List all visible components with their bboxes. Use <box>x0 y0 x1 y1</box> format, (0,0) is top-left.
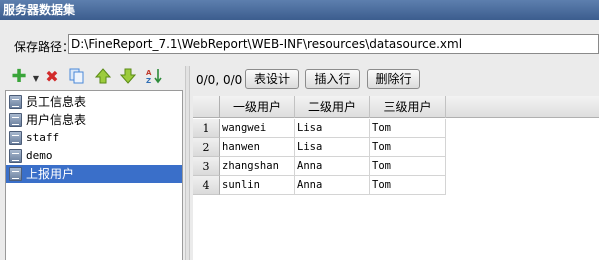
tree-item-label: demo <box>26 149 53 162</box>
path-label: 保存路径： <box>14 40 75 54</box>
add-icon[interactable]: ✚ <box>10 66 28 87</box>
row-number[interactable]: 3 <box>193 157 220 176</box>
table-cell[interactable]: Tom <box>370 138 446 157</box>
table-cell[interactable]: Tom <box>370 176 446 195</box>
table-cell[interactable]: sunlin <box>220 176 295 195</box>
table-icon <box>9 149 22 163</box>
table-cell[interactable]: Tom <box>370 119 446 138</box>
copy-icon[interactable] <box>68 67 86 85</box>
table-cell[interactable]: Anna <box>295 157 370 176</box>
rows-info: 0/0, 0/0 <box>196 73 243 87</box>
row-number[interactable]: 4 <box>193 176 220 195</box>
tree-item-dataset[interactable]: 用户信息表 <box>6 111 182 129</box>
insert-row-button[interactable]: 插入行 <box>305 69 360 89</box>
table-design-button[interactable]: 表设计 <box>245 69 299 89</box>
table-cell[interactable]: Tom <box>370 157 446 176</box>
grid-header: 一级用户 二级用户 三级用户 <box>193 96 599 118</box>
corner-cell <box>193 96 220 118</box>
sort-icon[interactable]: A Z <box>145 67 163 85</box>
row-number[interactable]: 1 <box>193 119 220 138</box>
table-cell[interactable]: zhangshan <box>220 157 295 176</box>
table-cell[interactable]: Lisa <box>295 138 370 157</box>
svg-text:Z: Z <box>146 77 151 85</box>
column-header[interactable]: 二级用户 <box>295 96 370 118</box>
svg-text:A: A <box>146 69 152 77</box>
table-cell[interactable]: Anna <box>295 176 370 195</box>
path-bar: 保存路径： D:\FineReport_7.1\WebReport\WEB-IN… <box>0 20 599 68</box>
tree-item-label: 上报用户 <box>26 167 75 181</box>
tree-item-dataset[interactable]: 员工信息表 <box>6 93 182 111</box>
dataset-tree: 员工信息表 用户信息表 staff demo 上报用户 <box>5 90 183 260</box>
delete-row-button[interactable]: 删除行 <box>367 69 420 89</box>
table-icon <box>9 95 22 109</box>
path-field[interactable]: D:\FineReport_7.1\WebReport\WEB-INF\reso… <box>68 34 599 54</box>
tree-item-label: staff <box>26 131 60 144</box>
tree-item-dataset-selected[interactable]: 上报用户 <box>6 165 182 183</box>
tree-item-dataset[interactable]: demo <box>6 147 182 165</box>
data-grid: 一级用户 二级用户 三级用户 1 wangwei Lisa Tom 2 hanw… <box>193 96 599 260</box>
table-row: 4 sunlin Anna Tom <box>193 176 446 195</box>
table-cell[interactable]: wangwei <box>220 119 295 138</box>
column-header[interactable]: 三级用户 <box>370 96 446 118</box>
delete-icon[interactable]: ✖ <box>43 67 61 86</box>
table-icon <box>9 113 22 127</box>
table-icon <box>9 167 22 181</box>
table-row: 3 zhangshan Anna Tom <box>193 157 446 176</box>
table-row: 2 hanwen Lisa Tom <box>193 138 446 157</box>
tree-item-label: 员工信息表 <box>26 95 87 109</box>
window-title: 服务器数据集 <box>0 0 599 20</box>
tree-item-label: 用户信息表 <box>26 113 87 127</box>
table-row: 1 wangwei Lisa Tom <box>193 119 446 138</box>
row-number[interactable]: 2 <box>193 138 220 157</box>
table-cell[interactable]: hanwen <box>220 138 295 157</box>
table-cell[interactable]: Lisa <box>295 119 370 138</box>
dataset-toolbar: ✚ ▼ ✖ A Z <box>0 66 190 88</box>
move-down-icon[interactable] <box>119 67 137 85</box>
column-header[interactable]: 一级用户 <box>220 96 295 118</box>
panel-splitter[interactable] <box>185 66 190 260</box>
move-up-icon[interactable] <box>94 67 112 85</box>
tree-item-dataset[interactable]: staff <box>6 129 182 147</box>
table-icon <box>9 131 22 145</box>
